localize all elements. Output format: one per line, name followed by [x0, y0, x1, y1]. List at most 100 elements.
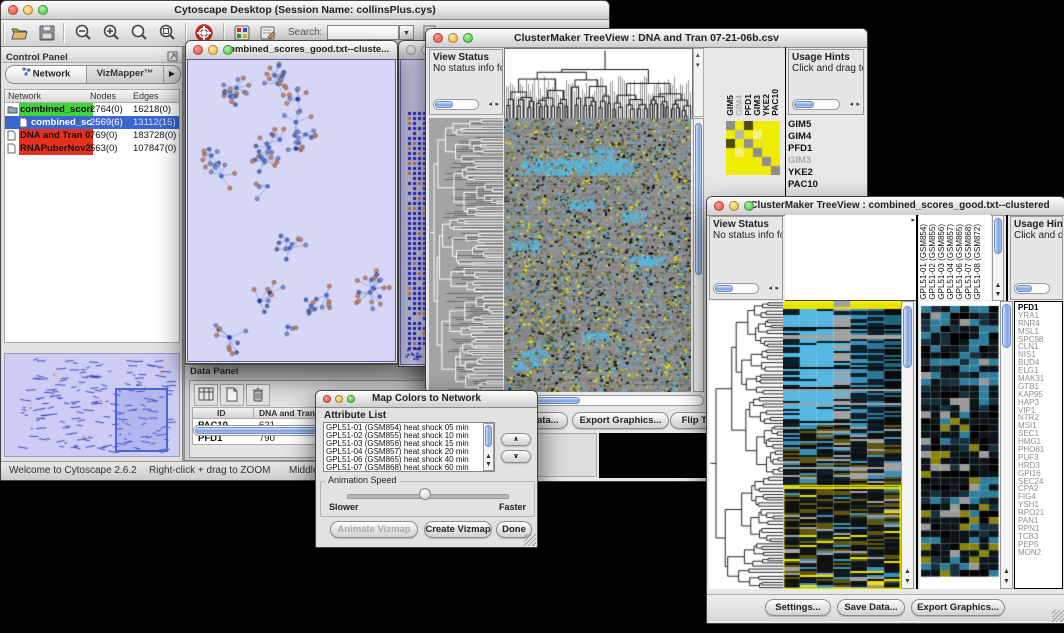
network-tree-row[interactable]: combined_sco2569(6)13112(15): [5, 116, 179, 129]
tv1-hints-hscrollbar[interactable]: [792, 99, 840, 110]
new-attr-icon[interactable]: [220, 384, 244, 406]
tab-overflow-button[interactable]: ▶: [164, 66, 180, 83]
tree-header-nodes[interactable]: Nodes: [90, 90, 116, 102]
tab-network[interactable]: Network: [6, 66, 87, 83]
tv2-column-label[interactable]: GPL51-01 (GSM854): [919, 224, 928, 300]
zoom-button[interactable]: [744, 201, 754, 211]
search-input[interactable]: [327, 25, 399, 40]
minimize-button[interactable]: [729, 201, 739, 211]
tv1-column-label[interactable]: GIM3: [753, 95, 762, 116]
tv1-column-label[interactable]: PAC10: [771, 89, 780, 116]
tv2-button-settings[interactable]: Settings...: [765, 599, 831, 616]
tv1-row-label[interactable]: GIM4: [788, 131, 864, 143]
tv2-hints-hscrollbar[interactable]: [1014, 283, 1050, 294]
tv1-row-label[interactable]: GIM5: [788, 119, 864, 131]
minimize-button[interactable]: [208, 45, 218, 55]
zoom-fit-icon[interactable]: [129, 23, 149, 48]
zoom-selected-icon[interactable]: [157, 23, 177, 48]
network-overview-pane[interactable]: [4, 353, 180, 457]
resize-grip[interactable]: [1052, 610, 1064, 622]
tv1-correlation-matrix[interactable]: [726, 121, 780, 175]
scroll-right-icon[interactable]: ▸: [495, 100, 499, 109]
network-name[interactable]: DNA and Tran 07: [19, 129, 93, 142]
move-up-button[interactable]: ∧: [501, 433, 531, 446]
tv1-heatmap[interactable]: [504, 118, 691, 392]
close-button[interactable]: [323, 395, 331, 403]
network-name[interactable]: combined_sco: [31, 116, 91, 129]
attr-select-icon[interactable]: [194, 384, 218, 406]
close-button[interactable]: [714, 201, 724, 211]
tv1-heatmap-vscrollbar[interactable]: [693, 118, 704, 392]
dialog-button-create-vizmap[interactable]: Create Vizmap: [424, 521, 492, 538]
save-icon[interactable]: [37, 23, 57, 48]
tv1-column-label[interactable]: GIM4: [735, 95, 744, 116]
tv2-collabel-vscrollbar[interactable]: ▲▼: [992, 215, 1004, 301]
tv2-detail-vscrollbar[interactable]: ▲▼: [1000, 301, 1013, 589]
tv2-heatmap-vscrollbar[interactable]: ▲▼: [901, 301, 914, 589]
network-name[interactable]: combined_scores: [19, 103, 93, 116]
main-title-bar[interactable]: Cytoscape Desktop (Session Name: collins…: [1, 1, 609, 20]
tv2-heatmap[interactable]: [783, 301, 901, 589]
network-tree-row[interactable]: RNAPuberNov2+563(0)107847(0): [5, 142, 179, 155]
net1-title-bar[interactable]: combined_scores_good.txt--cluste...: [186, 41, 397, 60]
attribute-listbox[interactable]: GPL51-01 (GSM854) heat shock 05 minGPL51…: [323, 422, 495, 472]
tv2-column-tree-pane[interactable]: ▸: [785, 215, 916, 301]
zoom-button[interactable]: [347, 395, 355, 403]
delete-attr-trash-icon[interactable]: [246, 384, 270, 406]
tv1-row-dendrogram[interactable]: [429, 118, 503, 392]
tab-vizmapper[interactable]: VizMapper™: [87, 66, 164, 83]
tv1-row-label[interactable]: PAC10: [788, 179, 864, 191]
tv2-button-export-graphics[interactable]: Export Graphics...: [911, 599, 1005, 616]
tv1-column-label[interactable]: PFD1: [744, 94, 753, 116]
tv1-title-bar[interactable]: ClusterMaker TreeView : DNA and Tran 07-…: [426, 29, 867, 48]
network-tree-row[interactable]: combined_scores2764(0)16218(0): [5, 103, 179, 116]
scroll-left-icon[interactable]: ◂: [488, 100, 492, 109]
tree-header-edges[interactable]: Edges: [133, 90, 159, 102]
search-dropdown-button[interactable]: ▼: [399, 25, 414, 40]
dialog-title-bar[interactable]: Map Colors to Network: [316, 391, 537, 408]
tv1-column-label[interactable]: YKE2: [762, 94, 771, 116]
tv2-button-save-data[interactable]: Save Data...: [837, 599, 905, 616]
minimize-button[interactable]: [448, 33, 458, 43]
attribute-list-vscrollbar[interactable]: ▲▼: [483, 423, 494, 471]
tv2-title-bar[interactable]: ClusterMaker TreeView : combined_scores_…: [707, 197, 1064, 216]
resize-grip[interactable]: [524, 534, 536, 546]
tv1-column-label[interactable]: GIM5: [726, 95, 735, 116]
gene-label[interactable]: MON2: [1018, 549, 1062, 557]
tv2-status-hscrollbar[interactable]: [713, 283, 759, 294]
close-button[interactable]: [8, 5, 18, 15]
tv2-column-label[interactable]: GPL51-07 (GSM868): [964, 224, 973, 300]
dp-col-id[interactable]: ID: [217, 408, 226, 418]
speed-slider-thumb[interactable]: [419, 488, 431, 500]
minimize-button[interactable]: [335, 395, 343, 403]
tv2-column-label[interactable]: GPL51-04 (GSM857): [946, 224, 955, 300]
tv2-column-label[interactable]: GPL51-02 (GSM855): [928, 224, 937, 300]
close-button[interactable]: [433, 33, 443, 43]
expand-arrow-icon[interactable]: ▴: [696, 51, 700, 60]
tv2-column-label[interactable]: GPL51-08 (GSM872): [973, 224, 982, 300]
zoom-button[interactable]: [38, 5, 48, 15]
tv2-column-label[interactable]: GPL51-06 (GSM865): [955, 224, 964, 300]
tv1-button-export-graphics[interactable]: Export Graphics...: [572, 412, 669, 429]
tv1-row-label[interactable]: GIM3: [788, 155, 864, 167]
tv2-row-dendrogram[interactable]: [709, 301, 783, 589]
zoom-out-icon[interactable]: [73, 23, 93, 48]
tv2-detail-heatmap[interactable]: [920, 301, 1000, 589]
zoom-button[interactable]: [223, 45, 233, 55]
minimize-button[interactable]: [23, 5, 33, 15]
attribute-list-item[interactable]: GPL51-07 (GSM868) heat shock 60 min: [326, 464, 482, 472]
tv1-status-hscrollbar[interactable]: [433, 99, 479, 110]
close-button[interactable]: [406, 45, 416, 55]
zoom-button[interactable]: [463, 33, 473, 43]
overview-viewport-rect[interactable]: [115, 388, 168, 452]
open-file-icon[interactable]: [9, 23, 29, 48]
move-down-button[interactable]: ∨: [501, 450, 531, 463]
dialog-button-animate-vizmap[interactable]: Animate Vizmap: [330, 521, 418, 538]
tv1-row-label[interactable]: PFD1: [788, 143, 864, 155]
network-tree-row[interactable]: DNA and Tran 07769(0)183728(0): [5, 129, 179, 142]
tree-header-network[interactable]: Network: [8, 90, 41, 102]
tv1-row-label[interactable]: YKE2: [788, 167, 864, 179]
collapse-arrow-icon[interactable]: ▾: [696, 61, 700, 70]
network-name[interactable]: RNAPuberNov2+: [19, 142, 93, 155]
tv2-column-label[interactable]: GPL51-03 (GSM856): [937, 224, 946, 300]
